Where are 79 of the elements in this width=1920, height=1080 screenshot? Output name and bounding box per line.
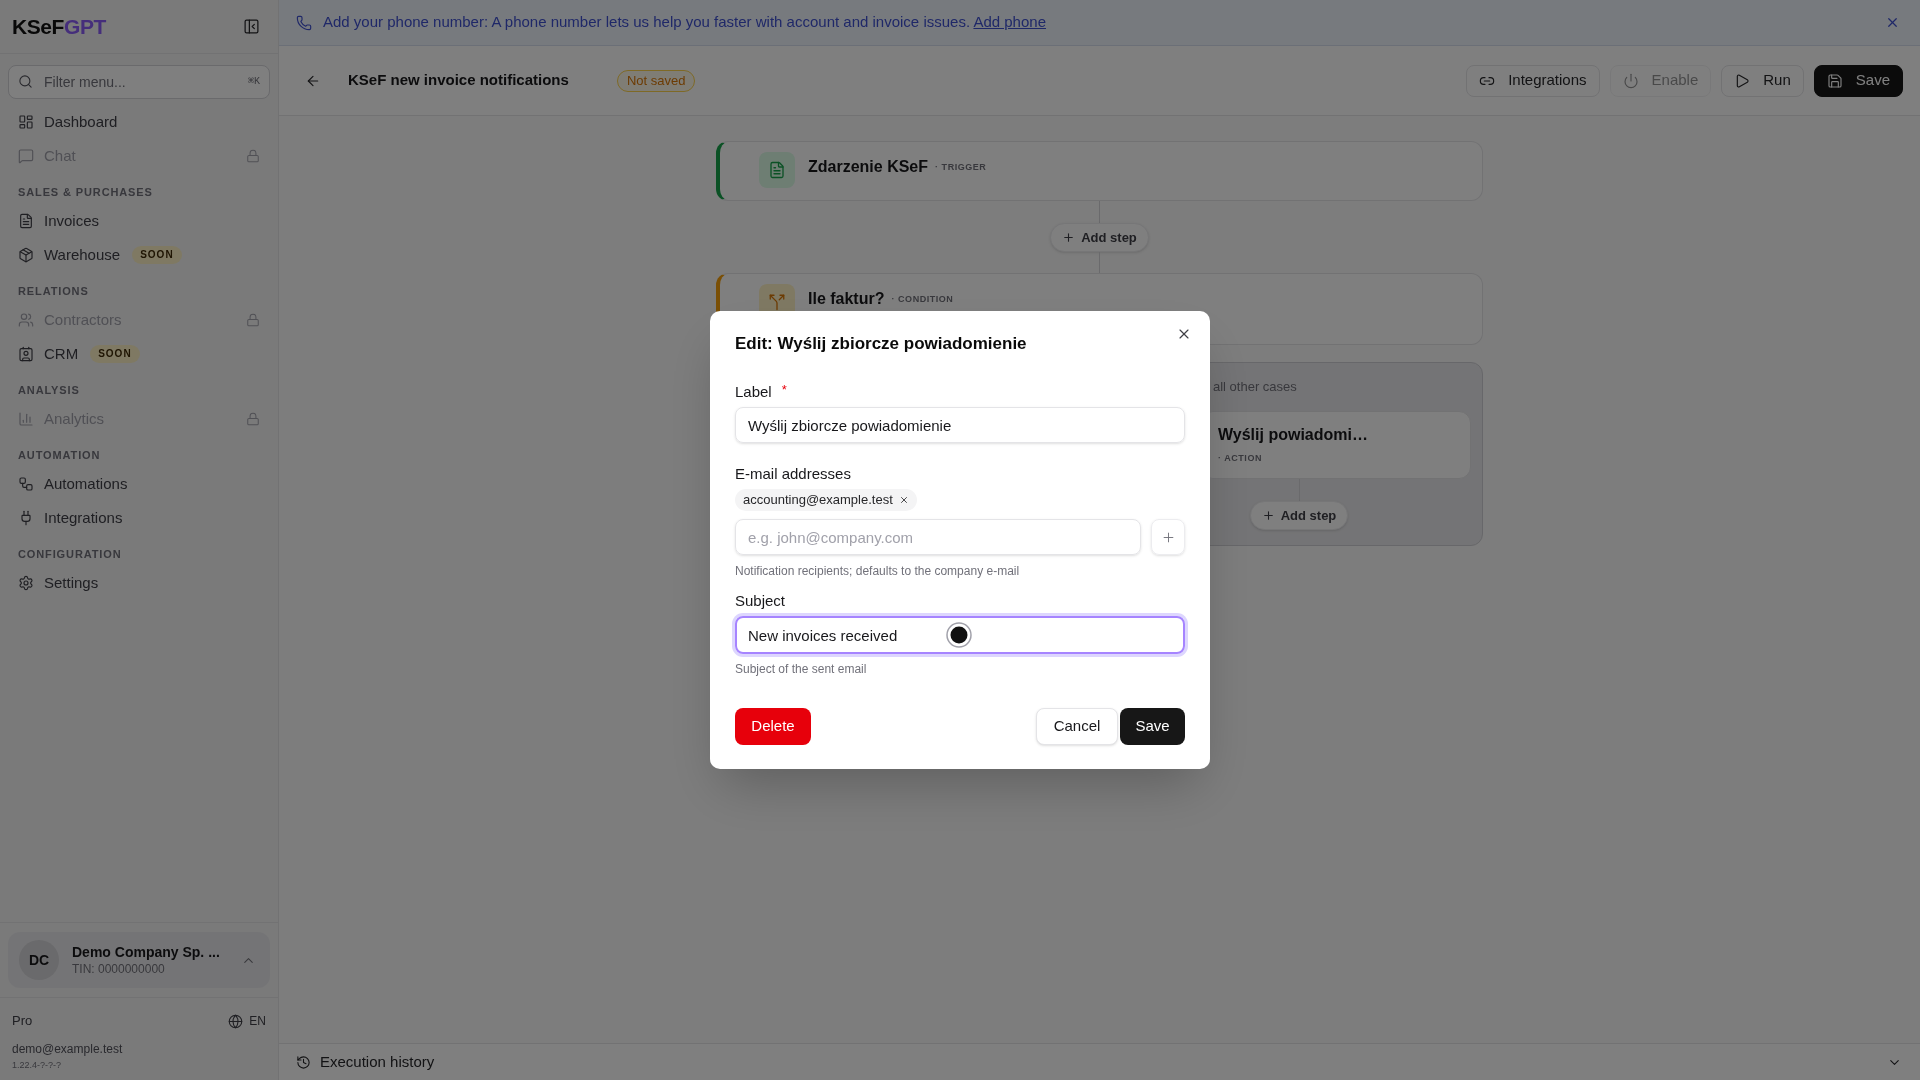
search-icon [18, 74, 33, 89]
toolbar-button[interactable]: Run [1721, 64, 1804, 97]
section-heading: ANALYSIS [18, 383, 80, 398]
app-version: 1.22.4-?-?-? [12, 1059, 62, 1071]
subject-input[interactable]: New invoices received [735, 616, 1185, 654]
lock-icon [246, 313, 260, 327]
field-label: E-mail addresses [735, 464, 851, 484]
sidebar-toggle-icon[interactable] [243, 18, 260, 35]
workflow-title: KSeF new invoice notifications [348, 70, 569, 91]
toolbar-button[interactable]: Integrations [1466, 64, 1600, 97]
banner-message: Add your phone number: A phone number lets us help you faster with account and invoice issues. Add phone [323, 12, 1046, 33]
settings-icon [18, 575, 34, 591]
node-type: · CONDITION [891, 293, 954, 305]
add-step-button[interactable]: Add step [1050, 223, 1149, 252]
section-heading: CONFIGURATION [18, 547, 122, 562]
node-type: · TRIGGER [935, 161, 987, 173]
field-label: Subject [735, 591, 786, 611]
nav-item[interactable]: CRM SOON [8, 337, 270, 371]
app-logo: KSeFGPT [12, 13, 106, 40]
node-title: Ile faktur? [808, 289, 885, 309]
history-icon [296, 1054, 311, 1070]
add-step-button[interactable]: Add step [1249, 501, 1349, 530]
feature-badge: SOON [132, 246, 182, 264]
save-button[interactable]: Save [1120, 708, 1185, 745]
plug-icon [18, 510, 34, 526]
contact-card-icon [18, 346, 34, 362]
required-mark: * [781, 383, 787, 397]
document-tile-icon [759, 152, 795, 188]
email-input[interactable]: e.g. john@company.com [735, 519, 1141, 555]
branch-label: all other cases [1213, 379, 1297, 395]
phone-icon [296, 14, 312, 31]
toolbar-button[interactable]: Save [1813, 64, 1903, 97]
section-heading: SALES & PURCHASES [18, 185, 153, 200]
node-type: · ACTION [1218, 452, 1262, 464]
document-icon [18, 213, 34, 229]
section-heading: RELATIONS [18, 284, 89, 299]
workflow-icon [18, 476, 34, 492]
nav-item[interactable]: Integrations [8, 501, 270, 535]
status-badge: Not saved [616, 69, 696, 92]
feature-badge: SOON [90, 345, 140, 363]
cancel-button[interactable]: Cancel [1036, 708, 1118, 745]
add-phone-link[interactable]: Add phone [973, 13, 1046, 31]
nav-item[interactable]: Warehouse SOON [8, 238, 270, 272]
field-hint: Subject of the sent email [735, 661, 867, 677]
field-hint: Notification recipients; defaults to the company e-mail [735, 563, 1020, 579]
nav-item[interactable]: Invoices [8, 204, 270, 238]
globe-icon [228, 1013, 244, 1029]
nav-item[interactable]: Settings [8, 566, 270, 600]
lock-icon [246, 412, 260, 426]
company-switcher[interactable]: DC Demo Company Sp. ... TIN: 0000000000 [8, 932, 270, 988]
nav-item[interactable]: Automations [8, 467, 270, 501]
plus-icon [1160, 529, 1176, 545]
user-email: demo@example.test [12, 1041, 123, 1057]
section-heading: AUTOMATION [18, 448, 101, 463]
tax-id: TIN: 0000000000 [72, 961, 165, 977]
bar-chart-icon [18, 411, 34, 427]
node-title: Wyślij powiadomi… [1218, 425, 1368, 445]
node-title: Zdarzenie KSeF [808, 157, 929, 177]
nav-item[interactable]: Dashboard [8, 105, 270, 139]
email-chip: accounting@example.test [735, 489, 917, 511]
people-icon [18, 312, 34, 328]
speech-bubble-icon [18, 148, 34, 164]
plan-label: Pro [12, 1012, 33, 1031]
shortcut-hint: ⌘K [247, 75, 260, 89]
company-name: Demo Company Sp. ... [72, 943, 220, 961]
play-icon [1734, 72, 1751, 89]
remove-icon[interactable] [898, 495, 909, 505]
plus-icon [1261, 509, 1275, 522]
box-icon [18, 247, 34, 263]
delete-button[interactable]: Delete [735, 708, 811, 745]
language-switcher[interactable]: EN [228, 1012, 266, 1030]
field-label: Label [735, 382, 772, 402]
lock-icon [246, 149, 260, 163]
initials-avatar: DC [19, 940, 59, 980]
label-input[interactable]: Wyślij zbiorcze powiadomienie [735, 407, 1185, 443]
plus-icon [1062, 231, 1076, 244]
workflow-node[interactable]: Zdarzenie KSeF · TRIGGER [716, 141, 1483, 201]
dashboard-icon [18, 114, 34, 130]
cursor-icon [946, 622, 972, 648]
